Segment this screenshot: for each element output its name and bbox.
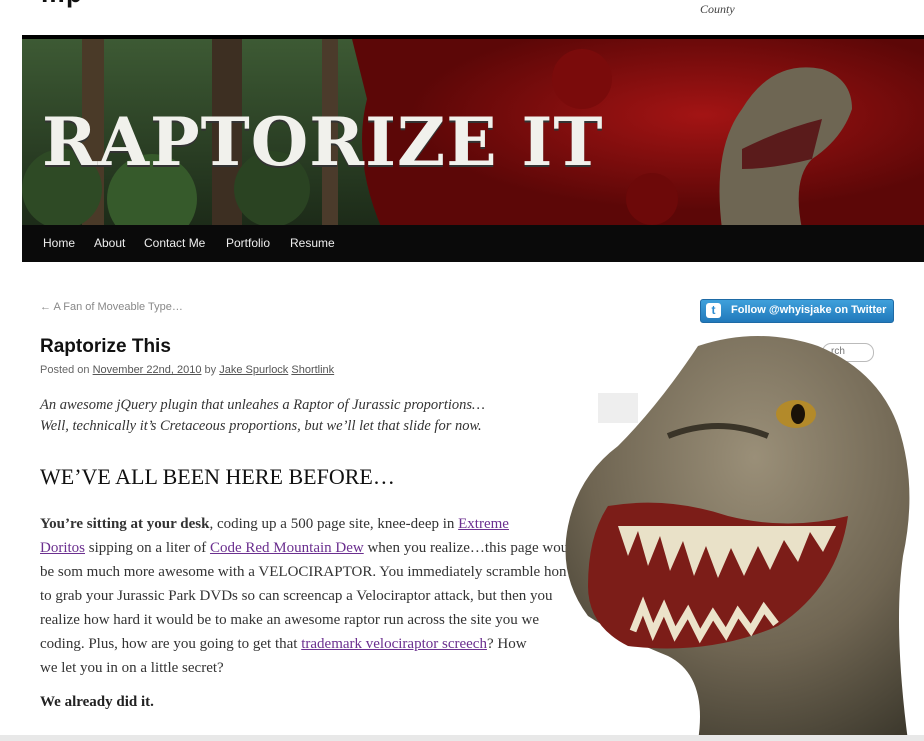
post-title: Raptorize This [40, 336, 171, 357]
banner-title: RAPTORIZE IT [42, 103, 604, 181]
body-text-g: coding. Plus, how are you going to get t… [40, 636, 302, 652]
status-bar [0, 735, 924, 741]
body-text-c: when you realize…this page wou [363, 540, 569, 556]
shortlink-link[interactable]: Shortlink [291, 364, 334, 376]
code-red-link[interactable]: Code Red Mountain Dew [210, 540, 364, 556]
main-nav: Home About Contact Me Portfolio Resume [22, 225, 924, 262]
extreme-link[interactable]: Extreme [458, 516, 509, 532]
body-text-h: ? How [486, 636, 527, 652]
header-banner: RAPTORIZE IT [22, 35, 924, 229]
previous-post-link[interactable]: ← A Fan of Moveable Type… [40, 301, 183, 313]
meta-prefix: Posted on [40, 364, 90, 376]
site-tagline: County [700, 2, 735, 16]
twitter-follow-button[interactable]: t Follow @whyisjake on Twitter [700, 299, 894, 323]
screech-link[interactable]: trademark velociraptor screech [301, 636, 487, 652]
author-link[interactable]: Jake Spurlock [219, 364, 288, 376]
body-bold-lead: You’re sitting at your desk [40, 516, 210, 532]
twitter-follow-label: Follow @whyisjake on Twitter [731, 304, 887, 316]
post-intro: An awesome jQuery plugin that unleahes a… [40, 395, 580, 437]
nav-about[interactable]: About [94, 236, 125, 250]
doritos-link[interactable]: Doritos [40, 540, 85, 556]
body-text-a: , coding up a 500 page site, knee-deep i… [209, 516, 459, 532]
section-heading: WE’VE ALL BEEN HERE BEFORE… [40, 464, 395, 489]
nav-portfolio[interactable]: Portfolio [226, 236, 270, 250]
site-title-partial: …p [40, 0, 82, 9]
intro-line-1: An awesome jQuery plugin that unleahes a… [40, 397, 485, 413]
nav-resume[interactable]: Resume [290, 236, 335, 250]
post-date-link[interactable]: November 22nd, 2010 [93, 364, 202, 376]
twitter-icon: t [706, 303, 721, 318]
nav-home[interactable]: Home [43, 236, 75, 250]
closing-statement: We already did it. [40, 694, 154, 710]
intro-line-2: Well, technically it’s Cretaceous propor… [40, 418, 482, 434]
post-meta: Posted on November 22nd, 2010 by Jake Sp… [40, 364, 334, 376]
body-text-b: sipping on a liter of [85, 540, 210, 556]
nav-contact[interactable]: Contact Me [144, 236, 205, 250]
meta-by: by [204, 364, 217, 376]
raptor-image [565, 336, 910, 741]
